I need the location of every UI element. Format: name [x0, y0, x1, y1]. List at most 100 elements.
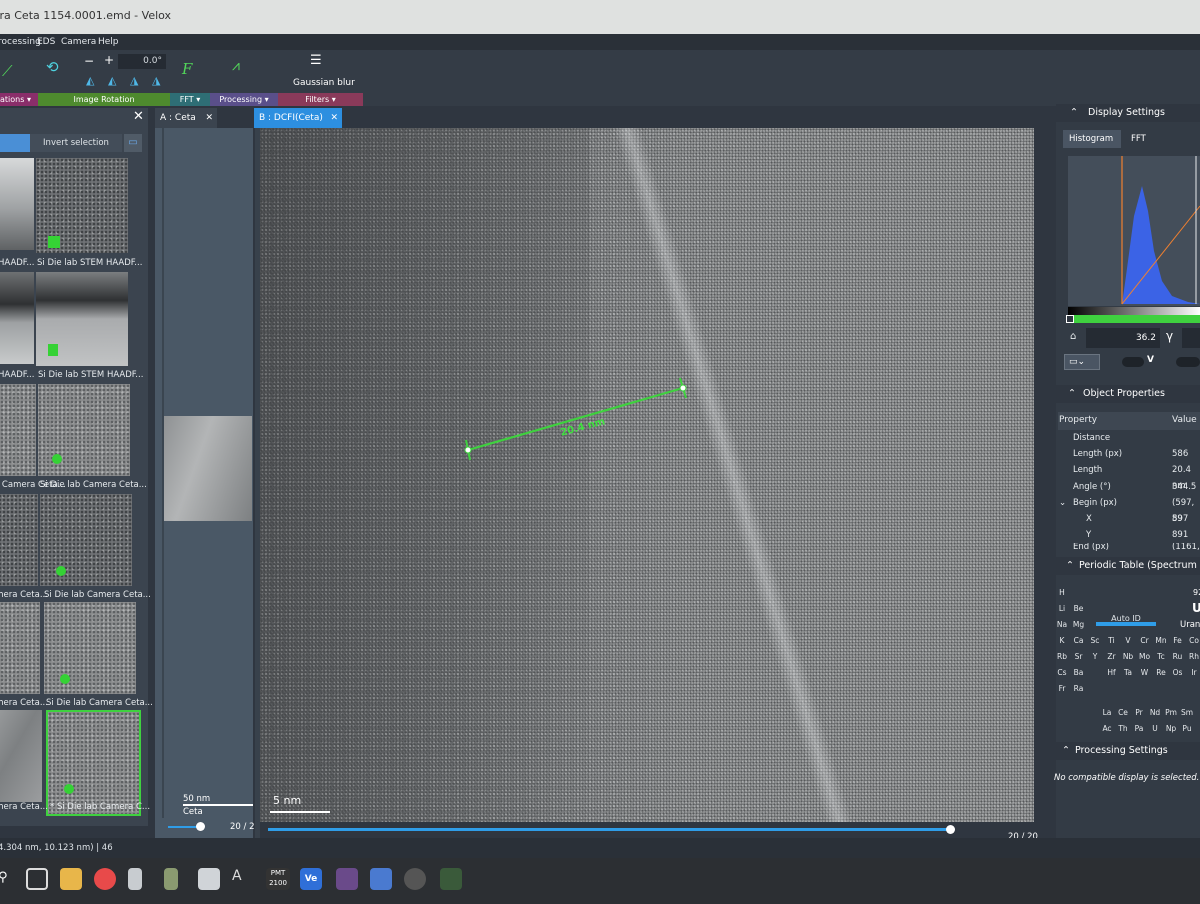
folder-icon[interactable]: ▭: [124, 134, 142, 152]
search-icon[interactable]: ⚲: [0, 870, 8, 885]
element-cs[interactable]: Cs: [1055, 666, 1069, 680]
range-handle[interactable]: [1066, 315, 1074, 323]
element-mn[interactable]: Mn: [1154, 634, 1168, 648]
rotate-minus-button[interactable]: −: [84, 54, 94, 68]
element-os[interactable]: Os: [1171, 666, 1185, 680]
thumbnail-12-selected[interactable]: [46, 710, 141, 816]
processing-menu[interactable]: Processing ▾: [210, 93, 278, 106]
element-re[interactable]: Re: [1154, 666, 1168, 680]
thumbnail-6[interactable]: [38, 384, 130, 476]
close-experiment-panel-icon[interactable]: ✕: [133, 110, 144, 123]
element-sm[interactable]: Sm: [1180, 706, 1194, 720]
app-icon-dots[interactable]: [164, 868, 178, 890]
table-row[interactable]: Length 20.4 nm: [1058, 462, 1200, 491]
element-k[interactable]: K: [1055, 634, 1069, 648]
element-cr[interactable]: Cr: [1138, 634, 1152, 648]
annotations-label[interactable]: ations ▾: [0, 93, 38, 106]
tab-histogram[interactable]: Histogram: [1063, 130, 1121, 148]
table-row[interactable]: X 597: [1058, 511, 1200, 527]
element-ce[interactable]: Ce: [1116, 706, 1130, 720]
processing-icon[interactable]: ⩘: [232, 58, 240, 74]
app-icon-blue[interactable]: [370, 868, 392, 890]
element-ra[interactable]: Ra: [1072, 682, 1086, 696]
display-b-image[interactable]: 20.4 nm 5 nm: [260, 128, 1034, 822]
thumbnail-2[interactable]: [36, 158, 128, 253]
app-icon-graph[interactable]: [440, 868, 462, 890]
element-pm[interactable]: Pm: [1164, 706, 1178, 720]
close-tab-b-icon[interactable]: ✕: [330, 108, 338, 128]
rotate-plus-button[interactable]: +: [104, 53, 114, 67]
element-ru[interactable]: Ru: [1171, 650, 1185, 664]
table-row[interactable]: End (px) (1161, 7: [1058, 543, 1200, 551]
element-u[interactable]: U: [1148, 722, 1162, 736]
thumbnail-11[interactable]: [0, 710, 42, 802]
invert-selection-button[interactable]: Invert selection: [30, 134, 122, 152]
element-y[interactable]: Y: [1088, 650, 1102, 664]
display-b-frame-slider-handle[interactable]: [946, 825, 955, 834]
object-properties-header[interactable]: ⌃ Object Properties: [1056, 385, 1200, 403]
annotation-icon[interactable]: ⟋: [2, 62, 13, 80]
distance-measurement-line[interactable]: [467, 386, 684, 452]
collapse-icon[interactable]: ⌃: [1066, 557, 1074, 575]
element-rh[interactable]: Rh: [1187, 650, 1200, 664]
thumbnail-4[interactable]: [36, 272, 128, 366]
element-be[interactable]: Be: [1072, 602, 1086, 616]
processing-settings-header[interactable]: ⌃ Processing Settings: [1056, 742, 1200, 760]
filters-menu[interactable]: Filters ▾: [278, 93, 363, 106]
element-ta[interactable]: Ta: [1121, 666, 1135, 680]
rotation-angle-field[interactable]: 0.0°: [118, 54, 166, 69]
app-icon-chart[interactable]: [336, 868, 358, 890]
file-explorer-icon[interactable]: [60, 868, 82, 890]
element-na[interactable]: Na: [1055, 618, 1069, 632]
toggle-switch[interactable]: [1122, 357, 1144, 367]
display-a-image[interactable]: [162, 416, 252, 521]
gamma-field[interactable]: [1182, 328, 1200, 348]
select-all-button[interactable]: [0, 134, 30, 152]
auto-id-button[interactable]: Auto ID: [1096, 614, 1156, 626]
rotate-left-icon[interactable]: ◮: [130, 74, 138, 87]
element-mg[interactable]: Mg: [1072, 618, 1086, 632]
brightness-field[interactable]: 36.2: [1086, 328, 1160, 348]
measurement-end-handle[interactable]: [679, 384, 687, 392]
display-b-frame-slider[interactable]: [268, 828, 952, 831]
element-rb[interactable]: Rb: [1055, 650, 1069, 664]
pmt-icon[interactable]: PMT 2100: [266, 868, 290, 890]
velox-icon[interactable]: Ve: [300, 868, 322, 890]
flip-vertical-icon[interactable]: ◭: [108, 74, 116, 87]
thumbnail-3[interactable]: [0, 272, 34, 364]
menu-help[interactable]: Help: [98, 37, 119, 47]
tab-a-ceta[interactable]: A : Ceta ✕: [155, 108, 217, 128]
rotate-right-icon[interactable]: ◮: [152, 74, 160, 87]
element-h[interactable]: H: [1055, 586, 1069, 600]
thumbnail-10[interactable]: [44, 602, 136, 694]
element-tc[interactable]: Tc: [1154, 650, 1168, 664]
element-li[interactable]: Li: [1055, 602, 1069, 616]
element-ir[interactable]: Ir: [1187, 666, 1200, 680]
element-hf[interactable]: Hf: [1105, 666, 1119, 680]
histogram[interactable]: [1068, 156, 1200, 306]
flip-horizontal-icon[interactable]: ◭: [86, 74, 94, 87]
expand-chevron-icon[interactable]: ⌄: [1059, 495, 1066, 511]
task-view-icon[interactable]: [26, 868, 48, 890]
table-row[interactable]: ⌄ Begin (px) (597, 89: [1058, 495, 1200, 524]
histogram-range-bar[interactable]: [1068, 315, 1200, 323]
table-row[interactable]: Y 891: [1058, 527, 1200, 543]
element-ca[interactable]: Ca: [1072, 634, 1086, 648]
thumbnail-1[interactable]: [0, 158, 34, 250]
element-pr[interactable]: Pr: [1132, 706, 1146, 720]
gaussian-blur-button[interactable]: Gaussian blur: [293, 78, 355, 88]
collapse-icon[interactable]: ⌃: [1070, 104, 1078, 122]
element-sr[interactable]: Sr: [1072, 650, 1086, 664]
thumbnail-5[interactable]: [0, 384, 36, 476]
measurement-start-handle[interactable]: [464, 446, 472, 454]
element-zr[interactable]: Zr: [1105, 650, 1119, 664]
rotate-icon[interactable]: ⟲: [46, 58, 59, 76]
periodic-table-header[interactable]: ⌃ Periodic Table (Spectrum Imag: [1056, 557, 1200, 575]
colormap-dropdown[interactable]: ▭⌄: [1064, 354, 1100, 370]
element-nd[interactable]: Nd: [1148, 706, 1162, 720]
display-settings-header[interactable]: ⌃ Display Settings: [1056, 104, 1200, 122]
element-pu[interactable]: Pu: [1180, 722, 1194, 736]
element-fr[interactable]: Fr: [1055, 682, 1069, 696]
app-icon-microscope[interactable]: [128, 868, 142, 890]
element-v[interactable]: V: [1121, 634, 1135, 648]
